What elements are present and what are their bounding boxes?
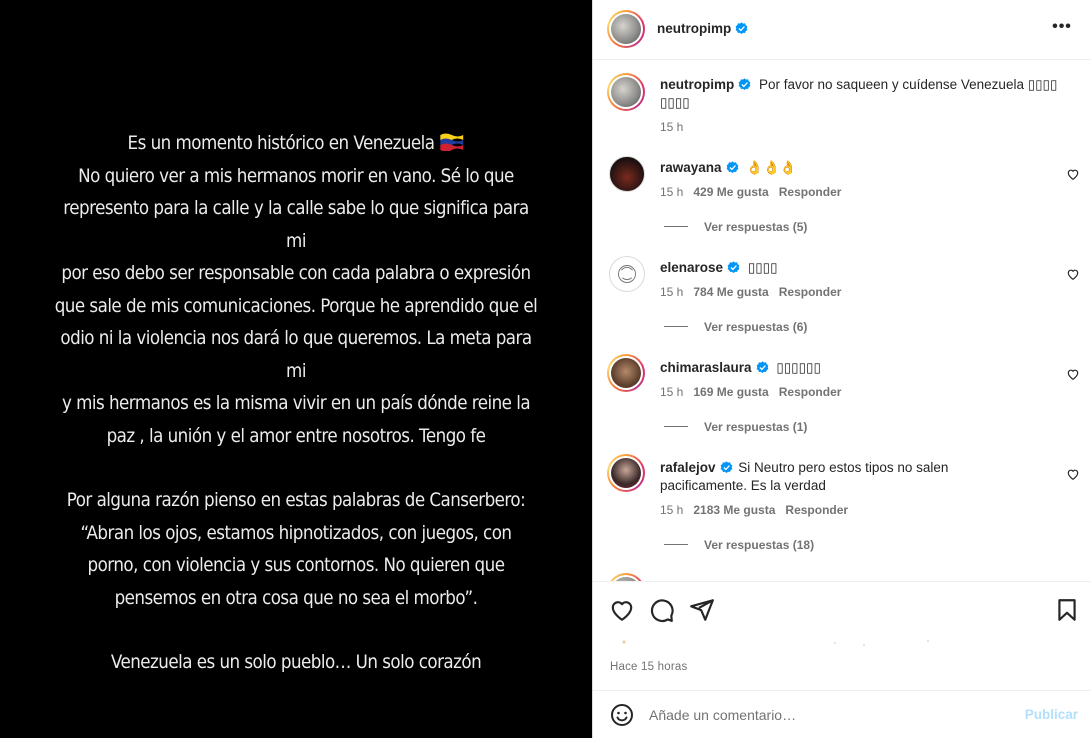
post-line: Es un momento histórico en Venezuela [127, 132, 435, 154]
comment-composer: Publicar [593, 690, 1091, 738]
comment-time: 15 h [660, 185, 684, 199]
verified-icon [735, 22, 748, 35]
commenter-avatar[interactable] [609, 256, 645, 292]
more-options-button[interactable]: ••• [1050, 19, 1074, 39]
commenter-avatar[interactable] [609, 156, 645, 192]
post-line: que sale de mis comunicaciones. Porque h… [54, 294, 538, 317]
faded-likes-row [622, 640, 929, 646]
share-icon[interactable] [689, 597, 715, 623]
post-line: por eso debo ser responsable con cada pa… [61, 262, 531, 284]
post-line: Por alguna razón pienso en estas palabra… [66, 489, 526, 511]
post-image[interactable]: Es un momento histórico en Venezuela No … [0, 0, 592, 738]
post-actions: Hace 15 horas [593, 581, 1091, 699]
caption-time: 15 h [660, 120, 684, 134]
comment-text: 👌👌👌 [746, 160, 797, 175]
post-header: neutropimp ••• [593, 0, 1091, 60]
post-line: porno, con violencia y sus contornos. No… [87, 554, 505, 576]
commenter-avatar[interactable] [607, 573, 645, 581]
post-line: represento para la calle y la calle sabe… [63, 197, 529, 252]
like-comment-icon[interactable] [1066, 367, 1080, 381]
comment-likes[interactable]: 2183 Me gusta [693, 503, 775, 517]
author-avatar[interactable] [607, 10, 645, 48]
comment-text: ▯▯▯▯ [747, 260, 778, 275]
commenter-username[interactable]: rafalejov [660, 460, 716, 475]
verified-icon [727, 261, 740, 274]
reply-button[interactable]: Responder [779, 285, 842, 299]
verified-icon [726, 161, 738, 174]
reply-button[interactable]: Responder [779, 185, 842, 199]
caption-avatar[interactable] [607, 73, 645, 111]
view-replies-button[interactable]: Ver respuestas (18) [664, 538, 814, 552]
comment-likes[interactable]: 169 Me gusta [693, 385, 768, 399]
comment-text: ▯▯▯▯▯▯ [776, 360, 821, 375]
commenter-username[interactable]: chimaraslaura [660, 360, 752, 375]
like-icon[interactable] [609, 597, 635, 623]
like-comment-icon[interactable] [1066, 167, 1080, 181]
post-sidebar: neutropimp ••• neutropimp Por favor no s… [592, 0, 1091, 738]
reply-button[interactable]: Responder [785, 503, 848, 517]
author-username[interactable]: neutropimp [657, 21, 748, 36]
comment-input[interactable] [649, 704, 1009, 726]
commenter-username[interactable]: rawayana [660, 160, 722, 175]
comment-icon[interactable] [649, 597, 675, 623]
like-comment-icon[interactable] [1066, 467, 1080, 481]
bookmark-icon[interactable] [1054, 597, 1080, 623]
like-comment-icon[interactable] [1066, 267, 1080, 281]
post-line: “Abran los ojos, estamos hipnotizados, c… [80, 521, 512, 544]
emoji-icon[interactable] [610, 703, 634, 727]
post-time-ago[interactable]: Hace 15 horas [610, 661, 687, 673]
view-replies-button[interactable]: Ver respuestas (5) [664, 220, 807, 234]
post-line: No quiero ver a mis hermanos morir en va… [78, 164, 514, 187]
post-line: odio ni la violencia nos dará lo que que… [60, 327, 532, 382]
view-replies-button[interactable]: Ver respuestas (1) [664, 420, 807, 434]
commenter-username[interactable]: elenarose [660, 260, 723, 275]
comment-time: 15 h [660, 503, 684, 517]
post-image-text: Es un momento histórico en Venezuela No … [53, 127, 539, 679]
post-line: y mis hermanos es la misma vivir en un p… [61, 392, 531, 414]
reply-button[interactable]: Responder [779, 385, 842, 399]
verified-icon [756, 361, 768, 374]
publish-button[interactable]: Publicar [1025, 707, 1078, 722]
comment-time: 15 h [660, 285, 684, 299]
verified-icon [738, 78, 751, 91]
comment-likes[interactable]: 429 Me gusta [693, 185, 768, 199]
venezuela-flag-icon [440, 133, 464, 151]
post-line: pensemos en otra cosa que no sea el morb… [114, 586, 478, 609]
comment-time: 15 h [660, 385, 684, 399]
comment-likes[interactable]: 784 Me gusta [693, 285, 768, 299]
commenter-avatar[interactable] [607, 354, 645, 392]
commenter-avatar[interactable] [607, 454, 645, 492]
post-line: paz , la unión y el amor entre nosotros.… [106, 424, 486, 447]
verified-icon [720, 461, 732, 474]
comments-list[interactable]: neutropimp Por favor no saqueen y cuíden… [593, 61, 1091, 581]
caption-username[interactable]: neutropimp [660, 77, 734, 92]
post-line: Venezuela es un solo pueblo… Un solo cor… [110, 651, 482, 673]
view-replies-button[interactable]: Ver respuestas (6) [664, 320, 807, 334]
